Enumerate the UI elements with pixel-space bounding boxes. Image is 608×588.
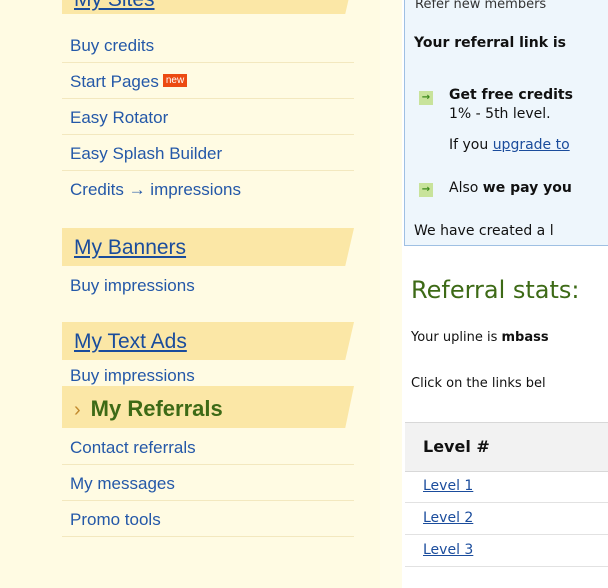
sidebar-item-label: Easy Splash Builder bbox=[70, 144, 223, 163]
bullet-free-credits: Get free credits bbox=[449, 87, 573, 103]
arrow-right-icon: → bbox=[419, 91, 433, 105]
refer-members-text: Refer new members bbox=[415, 0, 547, 12]
table-row: Level 1 bbox=[405, 471, 608, 503]
arrow-right-icon: → bbox=[419, 183, 433, 197]
table-row: Level 2 bbox=[405, 503, 608, 535]
sidebar-item-label: My messages bbox=[70, 474, 175, 493]
bullet-we-pay: Also we pay you bbox=[449, 180, 572, 196]
sidebar-item-promo-tools[interactable]: Promo tools bbox=[62, 502, 354, 537]
main-content: Refer new members Your referral link is … bbox=[402, 0, 608, 588]
sidebar: My Sites Buy credits Start Pagesnew Easy… bbox=[0, 0, 380, 588]
click-links-text: Click on the links bel bbox=[411, 376, 546, 391]
bullet-level-text: 1% - 5th level. bbox=[449, 106, 551, 122]
table-row: Level 3 bbox=[405, 535, 608, 567]
created-text: We have created a l bbox=[414, 223, 554, 239]
sidebar-item-label: Promo tools bbox=[70, 510, 161, 529]
my-referrals-label: My Referrals bbox=[90, 396, 223, 421]
sidebar-item-easy-splash-builder[interactable]: Easy Splash Builder bbox=[62, 136, 354, 171]
upline-text: Your upline is mbass bbox=[411, 330, 549, 345]
referral-link-label: Your referral link is bbox=[414, 35, 567, 51]
sidebar-item-easy-rotator[interactable]: Easy Rotator bbox=[62, 100, 354, 135]
level-3-link[interactable]: Level 3 bbox=[423, 542, 473, 558]
upgrade-link[interactable]: upgrade to bbox=[493, 137, 570, 153]
sidebar-item-credits-impressions[interactable]: Credits → impressions bbox=[62, 172, 354, 207]
sidebar-item-contact-referrals[interactable]: Contact referrals bbox=[62, 430, 354, 465]
referral-stats-title: Referral stats: bbox=[411, 276, 580, 304]
my-text-ads-link[interactable]: My Text Ads bbox=[74, 330, 187, 354]
sidebar-item-label: Buy credits bbox=[70, 36, 155, 55]
my-referrals-heading[interactable]: › My Referrals bbox=[74, 396, 223, 422]
info-box: Refer new members Your referral link is … bbox=[404, 0, 608, 246]
chevron-right-icon: › bbox=[74, 399, 81, 421]
sidebar-item-label: Credits → impressions bbox=[70, 180, 241, 199]
my-banners-link[interactable]: My Banners bbox=[74, 236, 186, 260]
column-header-level: Level # bbox=[423, 437, 490, 456]
sidebar-item-label: Buy impressions bbox=[70, 276, 195, 295]
bullet-upgrade-text: If you upgrade to bbox=[449, 137, 570, 153]
sidebar-item-my-messages[interactable]: My messages bbox=[62, 466, 354, 501]
sidebar-item-label: Buy impressions bbox=[70, 366, 195, 385]
table-header: Level # bbox=[405, 422, 608, 472]
sidebar-item-buy-credits[interactable]: Buy credits bbox=[62, 28, 354, 63]
sidebar-item-label: Start Pages bbox=[70, 72, 159, 91]
sidebar-item-buy-impressions-banners[interactable]: Buy impressions bbox=[62, 268, 354, 303]
sidebar-item-start-pages[interactable]: Start Pages new bbox=[62, 64, 354, 99]
sidebar-item-label: Easy Rotator bbox=[70, 108, 169, 127]
new-badge: new bbox=[162, 74, 188, 87]
level-2-link[interactable]: Level 2 bbox=[423, 510, 473, 526]
upline-name: mbass bbox=[501, 330, 549, 345]
my-sites-link[interactable]: My Sites bbox=[74, 0, 155, 12]
level-1-link[interactable]: Level 1 bbox=[423, 478, 473, 494]
sidebar-item-label: Contact referrals bbox=[70, 438, 196, 457]
